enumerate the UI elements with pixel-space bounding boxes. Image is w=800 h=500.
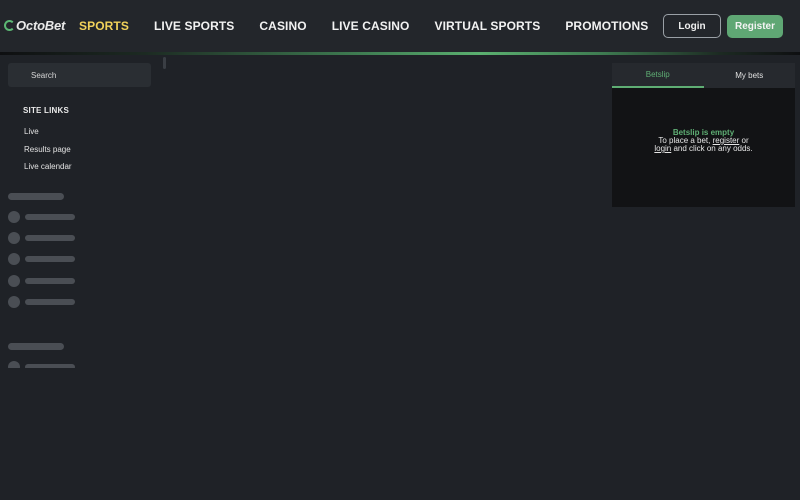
site-link-live-calendar[interactable]: Live calendar [24, 162, 72, 171]
login-button[interactable]: Login [663, 14, 721, 38]
nav-promotions[interactable]: PROMOTIONS [565, 19, 648, 33]
nav-sports[interactable]: SPORTS [79, 19, 129, 33]
betslip-empty-line-2: login and click on any odds. [612, 145, 795, 153]
betslip-panel: Betslip My bets Betslip is empty To plac… [612, 63, 795, 207]
nav-virtual-sports[interactable]: VIRTUAL SPORTS [434, 19, 540, 33]
nav-live-casino[interactable]: LIVE CASINO [332, 19, 410, 33]
site-link-results[interactable]: Results page [24, 145, 71, 154]
tab-betslip[interactable]: Betslip [612, 63, 704, 88]
main-nav: SPORTS LIVE SPORTS CASINO LIVE CASINO VI… [79, 19, 673, 33]
skeleton-heading [8, 343, 64, 350]
login-link[interactable]: login [654, 144, 671, 153]
skeleton-clip [0, 360, 90, 368]
skeleton-icon [8, 275, 20, 287]
nav-live-sports[interactable]: LIVE SPORTS [154, 19, 234, 33]
header-accent-line [0, 52, 800, 55]
skeleton-line [25, 256, 75, 262]
skeleton-line [25, 364, 75, 368]
top-header: OctoBet SPORTS LIVE SPORTS CASINO LIVE C… [0, 0, 800, 53]
betslip-tabs: Betslip My bets [612, 63, 795, 88]
skeleton-line [25, 235, 75, 241]
skeleton-line [25, 214, 75, 220]
skeleton-icon [8, 253, 20, 265]
brand-logo[interactable]: OctoBet [4, 16, 65, 34]
skeleton-line [25, 299, 75, 305]
skeleton-icon [8, 361, 20, 368]
search-input[interactable]: Search [8, 63, 151, 87]
brand-name: OctoBet [16, 17, 66, 33]
skeleton-heading [8, 193, 64, 200]
skeleton-icon [8, 232, 20, 244]
site-links-heading: SITE LINKS [23, 106, 70, 115]
skeleton-icon [8, 296, 20, 308]
nav-casino[interactable]: CASINO [259, 19, 306, 33]
skeleton-line [25, 278, 75, 284]
betslip-empty-message: Betslip is empty To place a bet, registe… [612, 129, 795, 153]
site-link-live[interactable]: Live [24, 127, 39, 136]
octobet-logo-icon [4, 19, 15, 31]
register-button[interactable]: Register [727, 15, 783, 38]
betslip-text: and click on any odds. [671, 144, 753, 153]
tab-my-bets[interactable]: My bets [704, 63, 796, 88]
sidebar-scroll-handle[interactable] [163, 57, 166, 69]
skeleton-icon [8, 211, 20, 223]
